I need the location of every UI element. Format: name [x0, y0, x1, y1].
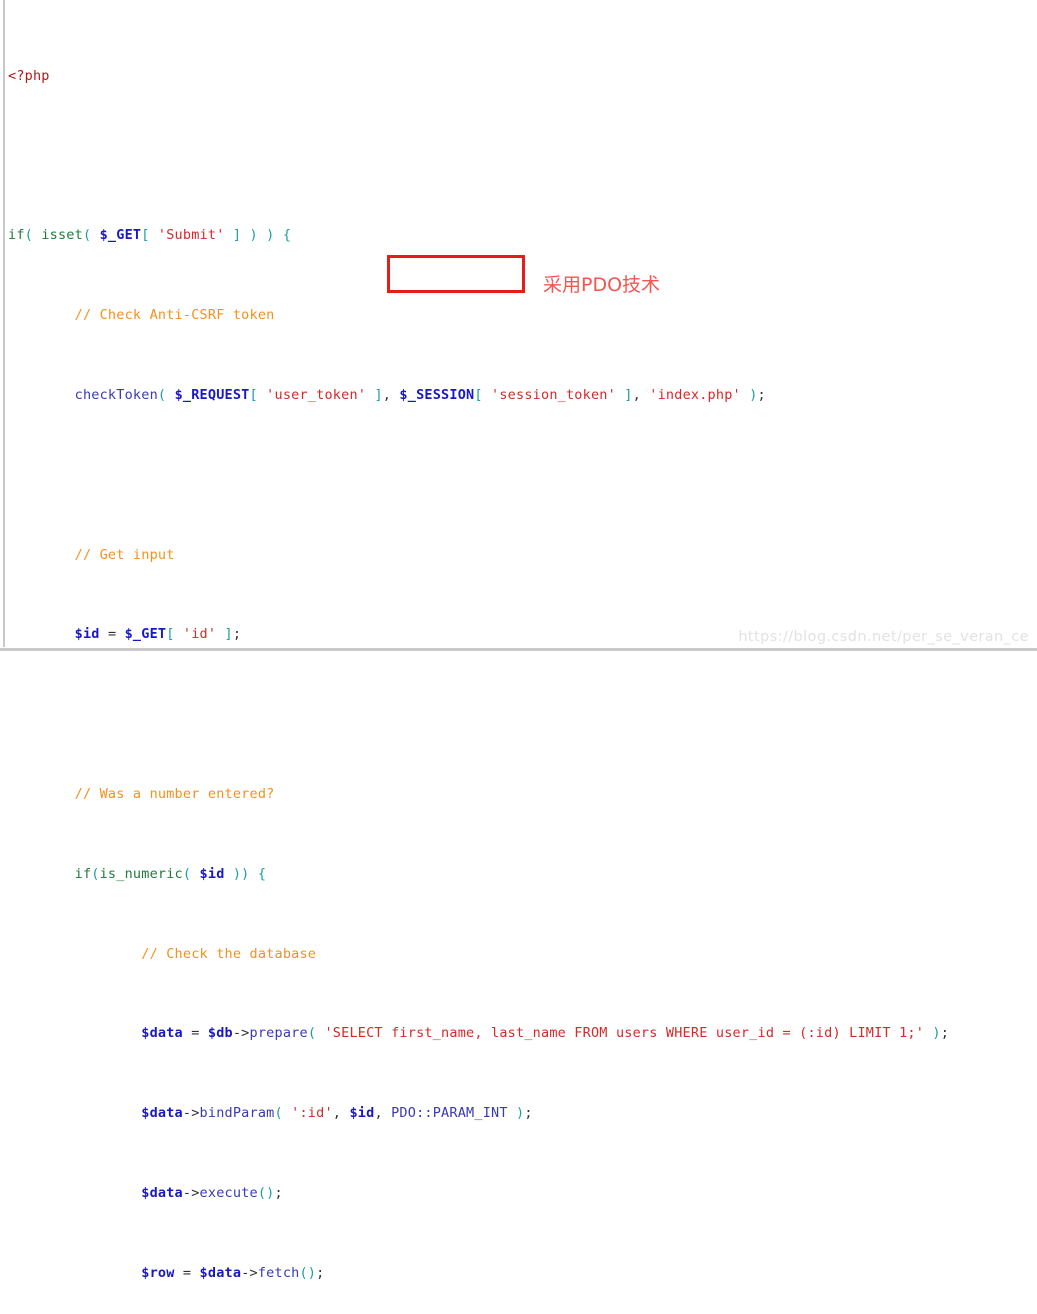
code-screenshot: <?php if( isset( $_GET[ 'Submit' ] ) ) {… [0, 0, 1037, 1281]
code-line: $data->execute(); [141, 1185, 283, 1202]
code-line: // Check the database [141, 945, 317, 962]
code-line: checkToken( $_REQUEST[ 'user_token' ], $… [74, 387, 766, 404]
page-bottom-spacer [0, 653, 1037, 657]
code-line: if( isset( $_GET[ 'Submit' ] ) ) { [8, 227, 292, 244]
code-line: $data->bindParam( ':id', $id, PDO::PARAM… [141, 1105, 533, 1122]
code-line: // Was a number entered? [74, 786, 275, 803]
code-line: // Get input [74, 546, 175, 563]
code-bottom-border [0, 648, 1037, 651]
code-line: if(is_numeric( $id )) { [74, 865, 267, 882]
code-line: $row = $data->fetch(); [141, 1264, 325, 1281]
code-line: // Check Anti-CSRF token [74, 307, 275, 324]
code-left-border [3, 0, 5, 647]
code-line: <?php [8, 67, 50, 84]
annotation-label: 采用PDO技术 [543, 274, 661, 296]
code-block: <?php if( isset( $_GET[ 'Submit' ] ) ) {… [8, 7, 1037, 1314]
watermark-text: https://blog.csdn.net/per_se_veran_ce [738, 629, 1029, 645]
code-line: $data = $db->prepare( 'SELECT first_name… [141, 1025, 950, 1042]
